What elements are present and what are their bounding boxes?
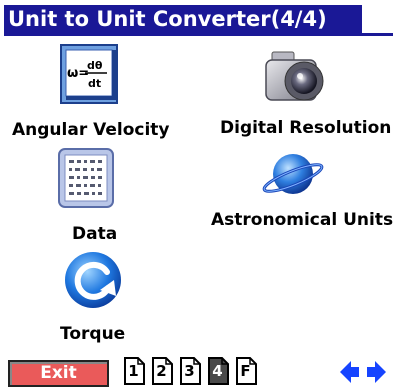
exit-button[interactable]: Exit [8,360,109,387]
converter-angular-velocity[interactable]: ω= dθ dt Angular Velocity [4,40,204,148]
page-1-label: 1 [128,362,139,380]
digital-resolution-label: Digital Resolution [220,118,392,138]
torque-label: Torque [60,324,126,344]
converter-data[interactable]: Data [40,146,160,250]
app-title: Unit to Unit Converter(4/4) [8,7,327,31]
page-2-label: 2 [156,362,167,380]
angular-velocity-formula-icon: ω= dθ dt [60,44,118,104]
torque-rotate-icon [65,252,121,308]
data-label: Data [72,224,118,244]
title-underline [4,33,393,36]
planet-icon [262,154,324,194]
bottom-toolbar: Exit 1 2 3 4 F [0,354,397,389]
astronomical-units-label: Astronomical Units [211,210,394,230]
page-4-label: 4 [212,362,223,380]
converter-digital-resolution[interactable]: Digital Resolution [210,40,397,148]
page-1-button[interactable]: 1 [124,357,146,385]
converter-astronomical-units[interactable]: Astronomical Units [205,146,397,246]
page-3-button[interactable]: 3 [180,357,202,385]
page-3-label: 3 [184,362,195,380]
arrow-left-icon[interactable] [340,361,360,383]
arrow-right-icon[interactable] [366,361,386,383]
page-4-button-selected[interactable]: 4 [208,357,230,385]
angular-velocity-label: Angular Velocity [12,120,170,140]
title-bar: Unit to Unit Converter(4/4) [0,0,397,36]
page-f-button[interactable]: F [236,357,258,385]
page-f-label: F [240,362,251,380]
converter-torque[interactable]: Torque [40,250,170,348]
page-2-button[interactable]: 2 [152,357,174,385]
svg-text:dθ: dθ [87,59,103,72]
svg-text:dt: dt [88,77,101,90]
camera-icon [265,51,324,101]
data-sheet-icon [58,148,114,208]
